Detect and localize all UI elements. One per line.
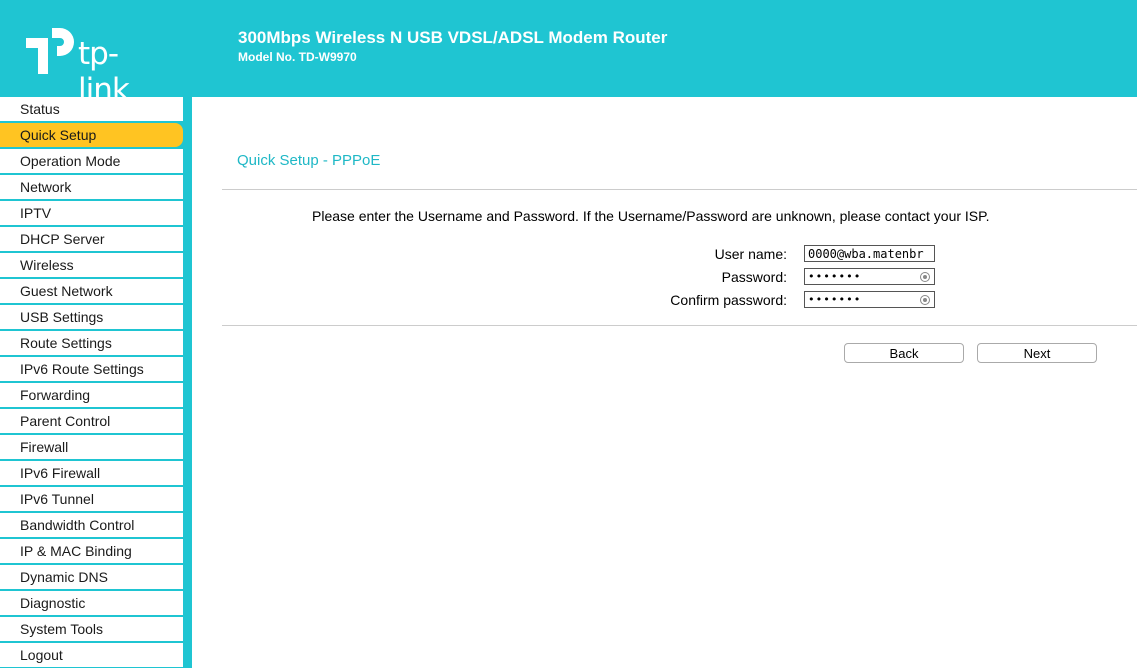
sidebar-item-quick-setup[interactable]: Quick Setup xyxy=(0,123,183,147)
sidebar-item-bandwidth-control[interactable]: Bandwidth Control xyxy=(0,513,183,537)
sidebar-item-guest-network[interactable]: Guest Network xyxy=(0,279,183,303)
sidebar-item-dynamic-dns[interactable]: Dynamic DNS xyxy=(0,565,183,589)
sidebar-item-system-tools[interactable]: System Tools xyxy=(0,617,183,641)
sidebar-item-diagnostic[interactable]: Diagnostic xyxy=(0,591,183,615)
sidebar-item-ipv6-tunnel[interactable]: IPv6 Tunnel xyxy=(0,487,183,511)
username-input[interactable] xyxy=(804,245,935,262)
confirm-password-label: Confirm password: xyxy=(670,292,787,308)
instruction-text: Please enter the Username and Password. … xyxy=(312,208,990,224)
eye-icon[interactable] xyxy=(920,295,930,305)
sidebar-menu: Status Quick Setup Operation Mode Network IP… xyxy=(0,97,183,669)
sidebar-item-route-settings[interactable]: Route Settings xyxy=(0,331,183,355)
sidebar-item-forwarding[interactable]: Forwarding xyxy=(0,383,183,407)
sidebar-item-status[interactable]: Status xyxy=(0,97,183,121)
model-number: Model No. TD-W9970 xyxy=(238,50,357,64)
main-content: Quick Setup - PPPoE Please enter the Use… xyxy=(192,97,1137,668)
confirm-password-input[interactable] xyxy=(804,291,935,308)
sidebar-item-ipv6-firewall[interactable]: IPv6 Firewall xyxy=(0,461,183,485)
username-label: User name: xyxy=(714,246,787,262)
password-label: Password: xyxy=(721,269,787,285)
sidebar-item-dhcp-server[interactable]: DHCP Server xyxy=(0,227,183,251)
sidebar-item-logout[interactable]: Logout xyxy=(0,643,183,667)
page-title: Quick Setup - PPPoE xyxy=(237,152,381,169)
eye-icon[interactable] xyxy=(920,272,930,282)
sidebar: Status Quick Setup Operation Mode Network IP… xyxy=(0,97,192,668)
sidebar-item-wireless[interactable]: Wireless xyxy=(0,253,183,277)
header: tp-link 300Mbps Wireless N USB VDSL/ADSL… xyxy=(0,0,1137,108)
password-input[interactable] xyxy=(804,268,935,285)
sidebar-item-operation-mode[interactable]: Operation Mode xyxy=(0,149,183,173)
divider-bottom xyxy=(222,325,1137,326)
sidebar-item-ipv6-route-settings[interactable]: IPv6 Route Settings xyxy=(0,357,183,381)
tp-link-logo: tp-link xyxy=(24,26,164,108)
sidebar-item-firewall[interactable]: Firewall xyxy=(0,435,183,459)
sidebar-item-parent-control[interactable]: Parent Control xyxy=(0,409,183,433)
sidebar-item-ip-mac-binding[interactable]: IP & MAC Binding xyxy=(0,539,183,563)
tp-link-logo-icon xyxy=(26,28,74,74)
sidebar-item-iptv[interactable]: IPTV xyxy=(0,201,183,225)
sidebar-item-usb-settings[interactable]: USB Settings xyxy=(0,305,183,329)
divider-top xyxy=(222,189,1137,190)
sidebar-item-network[interactable]: Network xyxy=(0,175,183,199)
next-button[interactable]: Next xyxy=(977,343,1097,363)
back-button[interactable]: Back xyxy=(844,343,964,363)
product-name: 300Mbps Wireless N USB VDSL/ADSL Modem R… xyxy=(238,28,668,47)
